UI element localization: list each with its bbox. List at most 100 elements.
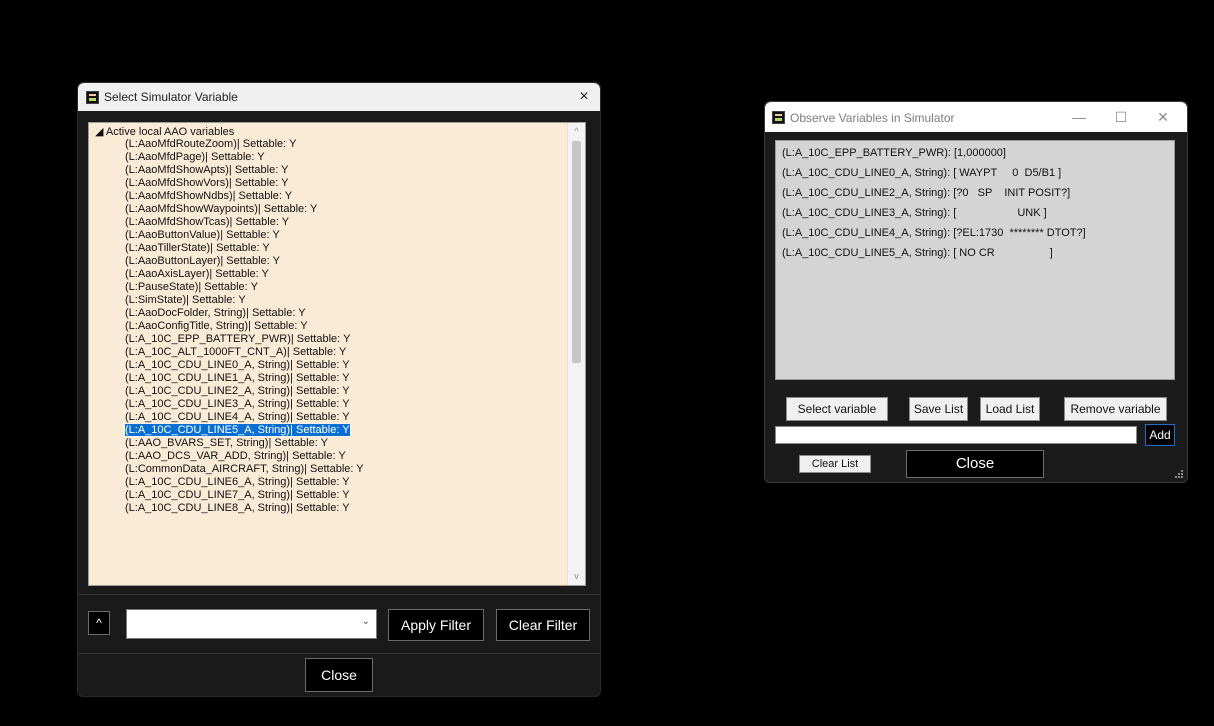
select-variable-button[interactable]: Select variable: [786, 397, 888, 421]
tree-item-label: (L:AaoAxisLayer)| Settable: Y: [125, 268, 269, 280]
tree-item-label: (L:AAO_BVARS_SET, String)| Settable: Y: [125, 437, 328, 449]
tree-item-label: (L:SimState)| Settable: Y: [125, 294, 246, 306]
observed-variable-line[interactable]: (L:A_10C_CDU_LINE3_A, String): [ UNK ]: [782, 207, 1047, 219]
tree-item-selected[interactable]: (L:A_10C_CDU_LINE5_A, String)| Settable:…: [124, 423, 565, 437]
tree-item[interactable]: (L:AAO_BVARS_SET, String)| Settable: Y: [125, 437, 565, 450]
tree-item-label: (L:PauseState)| Settable: Y: [125, 281, 258, 293]
tree-item[interactable]: (L:AaoMfdShowNdbs)| Settable: Y: [125, 190, 565, 203]
collapse-button[interactable]: ^: [88, 611, 110, 635]
tree-item-label: (L:AAO_DCS_VAR_ADD, String)| Settable: Y: [125, 450, 346, 462]
tree-item-label: (L:AaoButtonValue)| Settable: Y: [125, 229, 280, 241]
chevron-down-icon[interactable]: ⌄: [362, 616, 370, 627]
tree-item[interactable]: (L:CommonData_AIRCRAFT, String)| Settabl…: [125, 463, 565, 476]
tree-item[interactable]: (L:AaoConfigTitle, String)| Settable: Y: [125, 320, 565, 333]
filter-combo[interactable]: ⌄: [126, 609, 377, 639]
tree-root-node[interactable]: ◢ Active local AAO variables: [95, 125, 234, 138]
bottom-bar: Close: [78, 653, 600, 696]
variable-input[interactable]: [775, 426, 1137, 444]
tree-item-label: (L:A_10C_CDU_LINE1_A, String)| Settable:…: [125, 372, 350, 384]
tree-item[interactable]: (L:AaoTillerState)| Settable: Y: [125, 242, 565, 255]
tree-item[interactable]: (L:A_10C_CDU_LINE3_A, String)| Settable:…: [125, 398, 565, 411]
observed-variable-line[interactable]: (L:A_10C_CDU_LINE5_A, String): [ NO CR ]: [782, 247, 1053, 259]
tree-item[interactable]: (L:AAO_DCS_VAR_ADD, String)| Settable: Y: [125, 450, 565, 463]
tree-item-label: (L:A_10C_CDU_LINE6_A, String)| Settable:…: [125, 476, 350, 488]
maximize-icon[interactable]: ☐: [1109, 106, 1133, 128]
tree-item[interactable]: (L:AaoAxisLayer)| Settable: Y: [125, 268, 565, 281]
tree-item-label: (L:AaoTillerState)| Settable: Y: [125, 242, 270, 254]
tree-item[interactable]: (L:AaoMfdShowTcas)| Settable: Y: [125, 216, 565, 229]
tree-item[interactable]: (L:AaoButtonValue)| Settable: Y: [125, 229, 565, 242]
close-icon[interactable]: ×: [574, 87, 594, 107]
observed-variable-line[interactable]: (L:A_10C_CDU_LINE0_A, String): [ WAYPT 0…: [782, 167, 1061, 179]
tree-item[interactable]: (L:SimState)| Settable: Y: [125, 294, 565, 307]
tree-item[interactable]: (L:A_10C_CDU_LINE4_A, String)| Settable:…: [125, 411, 565, 424]
tree-item[interactable]: (L:A_10C_CDU_LINE6_A, String)| Settable:…: [125, 476, 565, 489]
observed-variable-line[interactable]: (L:A_10C_EPP_BATTERY_PWR): [1,000000]: [782, 147, 1006, 159]
apply-filter-button[interactable]: Apply Filter: [388, 609, 484, 641]
clear-list-button[interactable]: Clear List: [799, 455, 871, 473]
tree-item-label: (L:AaoButtonLayer)| Settable: Y: [125, 255, 280, 267]
window-title: Observe Variables in Simulator: [790, 111, 955, 125]
tree-item-label: (L:A_10C_CDU_LINE8_A, String)| Settable:…: [125, 502, 350, 514]
tree-item[interactable]: (L:AaoMfdShowApts)| Settable: Y: [125, 164, 565, 177]
observe-window-titlebar[interactable]: Observe Variables in Simulator — ☐ ✕: [765, 102, 1187, 132]
tree-item-label: (L:A_10C_CDU_LINE2_A, String)| Settable:…: [125, 385, 350, 397]
tree-item-label: (L:A_10C_ALT_1000FT_CNT_A)| Settable: Y: [125, 346, 347, 358]
select-window-titlebar[interactable]: Select Simulator Variable ×: [78, 83, 600, 111]
resize-grip-icon[interactable]: [1175, 470, 1183, 478]
tree-item[interactable]: (L:AaoMfdShowWaypoints)| Settable: Y: [125, 203, 565, 216]
tree-item-label: (L:A_10C_CDU_LINE7_A, String)| Settable:…: [125, 489, 350, 501]
tree-item-label: (L:AaoMfdShowNdbs)| Settable: Y: [125, 190, 293, 202]
tree-item[interactable]: (L:A_10C_CDU_LINE0_A, String)| Settable:…: [125, 359, 565, 372]
scroll-thumb[interactable]: [572, 141, 581, 363]
tree-item-label: (L:AaoMfdRouteZoom)| Settable: Y: [125, 138, 297, 150]
clear-filter-button[interactable]: Clear Filter: [496, 609, 590, 641]
tree-item[interactable]: (L:A_10C_CDU_LINE7_A, String)| Settable:…: [125, 489, 565, 502]
tree-item[interactable]: (L:A_10C_ALT_1000FT_CNT_A)| Settable: Y: [125, 346, 565, 359]
tree-item[interactable]: (L:A_10C_CDU_LINE2_A, String)| Settable:…: [125, 385, 565, 398]
tree-scrollbar[interactable]: ^ v: [567, 123, 585, 585]
minimize-icon[interactable]: —: [1067, 106, 1091, 128]
tree-item-label: (L:AaoDocFolder, String)| Settable: Y: [125, 307, 306, 319]
tree-item[interactable]: (L:AaoMfdShowVors)| Settable: Y: [125, 177, 565, 190]
tree-item-label: (L:A_10C_CDU_LINE4_A, String)| Settable:…: [125, 411, 350, 423]
tree-item-label: (L:AaoMfdShowWaypoints)| Settable: Y: [125, 203, 318, 215]
filter-bar: ^ ⌄ Apply Filter Clear Filter: [78, 594, 600, 653]
tree-item-label: (L:A_10C_CDU_LINE5_A, String)| Settable:…: [124, 423, 351, 437]
save-list-button[interactable]: Save List: [909, 397, 968, 421]
close-button[interactable]: Close: [906, 450, 1044, 478]
tree-item[interactable]: (L:AaoMfdPage)| Settable: Y: [125, 151, 565, 164]
tree-item-label: (L:AaoMfdShowApts)| Settable: Y: [125, 164, 289, 176]
tree-item-label: (L:AaoMfdShowVors)| Settable: Y: [125, 177, 289, 189]
tree-item[interactable]: (L:AaoDocFolder, String)| Settable: Y: [125, 307, 565, 320]
app-icon: [772, 111, 785, 124]
observe-variables-window: Observe Variables in Simulator — ☐ ✕ (L:…: [764, 101, 1188, 483]
scroll-down-icon[interactable]: v: [568, 568, 585, 585]
close-button[interactable]: Close: [305, 658, 373, 692]
observed-variable-line[interactable]: (L:A_10C_CDU_LINE4_A, String): [?EL:1730…: [782, 227, 1086, 239]
tree-item-label: (L:AaoMfdPage)| Settable: Y: [125, 151, 265, 163]
add-button[interactable]: Add: [1145, 424, 1175, 446]
tree-item[interactable]: (L:PauseState)| Settable: Y: [125, 281, 565, 294]
variable-tree[interactable]: ◢ Active local AAO variables (L:AaoMfdRo…: [88, 122, 586, 586]
select-variable-window: Select Simulator Variable × ◢ Active loc…: [77, 82, 601, 697]
observed-variables-list[interactable]: (L:A_10C_EPP_BATTERY_PWR): [1,000000] (L…: [775, 140, 1175, 380]
tree-item[interactable]: (L:A_10C_CDU_LINE1_A, String)| Settable:…: [125, 372, 565, 385]
tree-item[interactable]: (L:A_10C_CDU_LINE8_A, String)| Settable:…: [125, 502, 565, 515]
observed-variable-line[interactable]: (L:A_10C_CDU_LINE2_A, String): [?0 SP IN…: [782, 187, 1070, 199]
scroll-up-icon[interactable]: ^: [568, 123, 585, 140]
close-icon[interactable]: ✕: [1151, 106, 1175, 128]
window-title: Select Simulator Variable: [104, 90, 238, 104]
tree-item-label: (L:A_10C_CDU_LINE0_A, String)| Settable:…: [125, 359, 350, 371]
load-list-button[interactable]: Load List: [980, 397, 1040, 421]
tree-item-label: (L:A_10C_CDU_LINE3_A, String)| Settable:…: [125, 398, 350, 410]
remove-variable-button[interactable]: Remove variable: [1064, 397, 1167, 421]
tree-item-label: (L:A_10C_EPP_BATTERY_PWR)| Settable: Y: [125, 333, 351, 345]
tree-item[interactable]: (L:A_10C_EPP_BATTERY_PWR)| Settable: Y: [125, 333, 565, 346]
tree-item-label: (L:CommonData_AIRCRAFT, String)| Settabl…: [125, 463, 364, 475]
tree-item-label: (L:AaoMfdShowTcas)| Settable: Y: [125, 216, 290, 228]
tree-item-label: (L:AaoConfigTitle, String)| Settable: Y: [125, 320, 308, 332]
tree-item[interactable]: (L:AaoButtonLayer)| Settable: Y: [125, 255, 565, 268]
app-icon: [86, 91, 99, 104]
tree-item[interactable]: (L:AaoMfdRouteZoom)| Settable: Y: [125, 138, 565, 151]
